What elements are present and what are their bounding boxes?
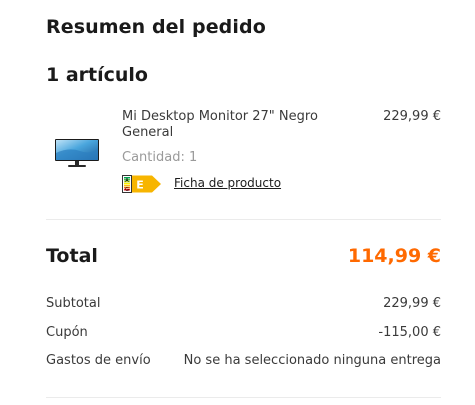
coupon-label: Cupón [46,325,88,340]
total-label: Total [46,245,98,267]
coupon-value: -115,00 € [378,325,441,340]
shipping-row: Gastos de envío No se ha seleccionado ni… [46,353,441,371]
energy-scale-bottom: G [125,187,129,193]
subtotal-value: 229,99 € [383,296,441,311]
total-value: 114,99 € [347,245,441,267]
order-summary-title: Resumen del pedido [46,16,266,38]
energy-label-icon[interactable]: A G E [122,175,162,193]
product-sheet-link[interactable]: Ficha de producto [174,176,281,190]
item-count-heading: 1 artículo [46,64,148,86]
subtotal-row: Subtotal 229,99 € [46,296,441,314]
energy-class: E [136,179,144,192]
monitor-thumbnail [55,139,99,167]
product-quantity: Cantidad: 1 [122,150,198,165]
subtotal-label: Subtotal [46,296,101,311]
shipping-label: Gastos de envío [46,353,151,368]
energy-scale-top: A [125,178,129,184]
divider [46,219,441,220]
product-price: 229,99 € [383,109,441,124]
divider [46,397,441,398]
shipping-value: No se ha seleccionado ninguna entrega [183,353,441,368]
product-name[interactable]: Mi Desktop Monitor 27" Negro General [122,109,352,141]
coupon-row: Cupón -115,00 € [46,325,441,343]
